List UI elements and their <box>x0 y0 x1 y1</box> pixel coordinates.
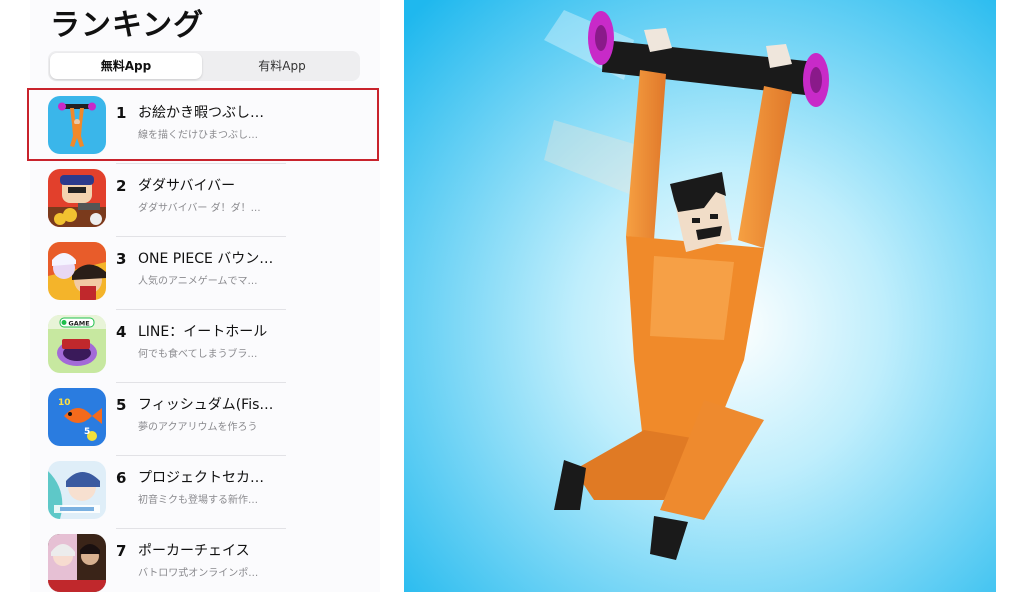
page-title: ランキング <box>50 8 205 43</box>
tab-free-apps[interactable]: 無料App <box>50 53 202 79</box>
divider <box>116 236 286 237</box>
app-name: フィッシュダム(Fis… <box>138 397 274 413</box>
fishdom-app-icon: 10 5 <box>48 388 106 446</box>
game-artwork <box>404 0 996 592</box>
list-item[interactable]: 3 ONE PIECE バウン… 人気のアニメゲームでマ… <box>48 236 378 301</box>
eat-hole-app-icon: GAME <box>48 315 106 373</box>
fishdom-badge-number: 5 <box>84 427 90 437</box>
app-name: LINE：イートホール <box>138 324 268 340</box>
app-name: ONE PIECE バウン… <box>138 251 274 267</box>
app-subtitle: 初音ミクも登場する新作… <box>138 495 258 506</box>
rank-number: 3 <box>116 250 127 268</box>
divider <box>116 528 286 529</box>
divider <box>116 455 286 456</box>
rank-number: 5 <box>116 396 127 414</box>
rank-number: 6 <box>116 469 127 487</box>
divider <box>116 309 286 310</box>
divider <box>116 382 286 383</box>
tab-paid-apps[interactable]: 有料App <box>206 53 358 79</box>
divider <box>116 163 286 164</box>
app-subtitle: バトロワ式オンラインポ… <box>138 568 259 579</box>
app-name: ダダサバイバー <box>138 178 236 194</box>
rank-number: 7 <box>116 542 127 560</box>
app-subtitle: 何でも食べてしまうブラ… <box>138 349 258 360</box>
project-sekai-app-icon <box>48 461 106 519</box>
list-item[interactable]: 7 ポーカーチェイス バトロワ式オンラインポ… <box>48 528 378 592</box>
rank-number: 2 <box>116 177 127 195</box>
app-subtitle: 人気のアニメゲームでマ… <box>138 276 258 287</box>
list-item[interactable]: 10 5 5 フィッシュダム(Fis… 夢のアクアリウムを作ろう <box>48 382 378 447</box>
list-item[interactable]: 6 プロジェクトセカ… 初音ミクも登場する新作… <box>48 455 378 520</box>
fishdom-badge-number: 10 <box>58 398 71 408</box>
segmented-control: 無料App 有料App <box>48 51 360 81</box>
app-name: ポーカーチェイス <box>138 543 250 559</box>
rank-number: 4 <box>116 323 127 341</box>
app-subtitle: ダダサバイバー ダ！ダ！… <box>138 203 261 214</box>
poker-chase-app-icon <box>48 534 106 592</box>
app-name: プロジェクトセカ… <box>138 470 264 486</box>
selection-highlight-box <box>27 88 379 161</box>
dada-survivor-app-icon <box>48 169 106 227</box>
one-piece-app-icon <box>48 242 106 300</box>
list-item[interactable]: GAME 4 LINE：イートホール 何でも食べてしまうブラ… <box>48 309 378 374</box>
game-badge: GAME <box>68 320 89 328</box>
app-subtitle: 夢のアクアリウムを作ろう <box>138 422 258 433</box>
list-item[interactable]: 2 ダダサバイバー ダダサバイバー ダ！ダ！… <box>48 163 378 228</box>
